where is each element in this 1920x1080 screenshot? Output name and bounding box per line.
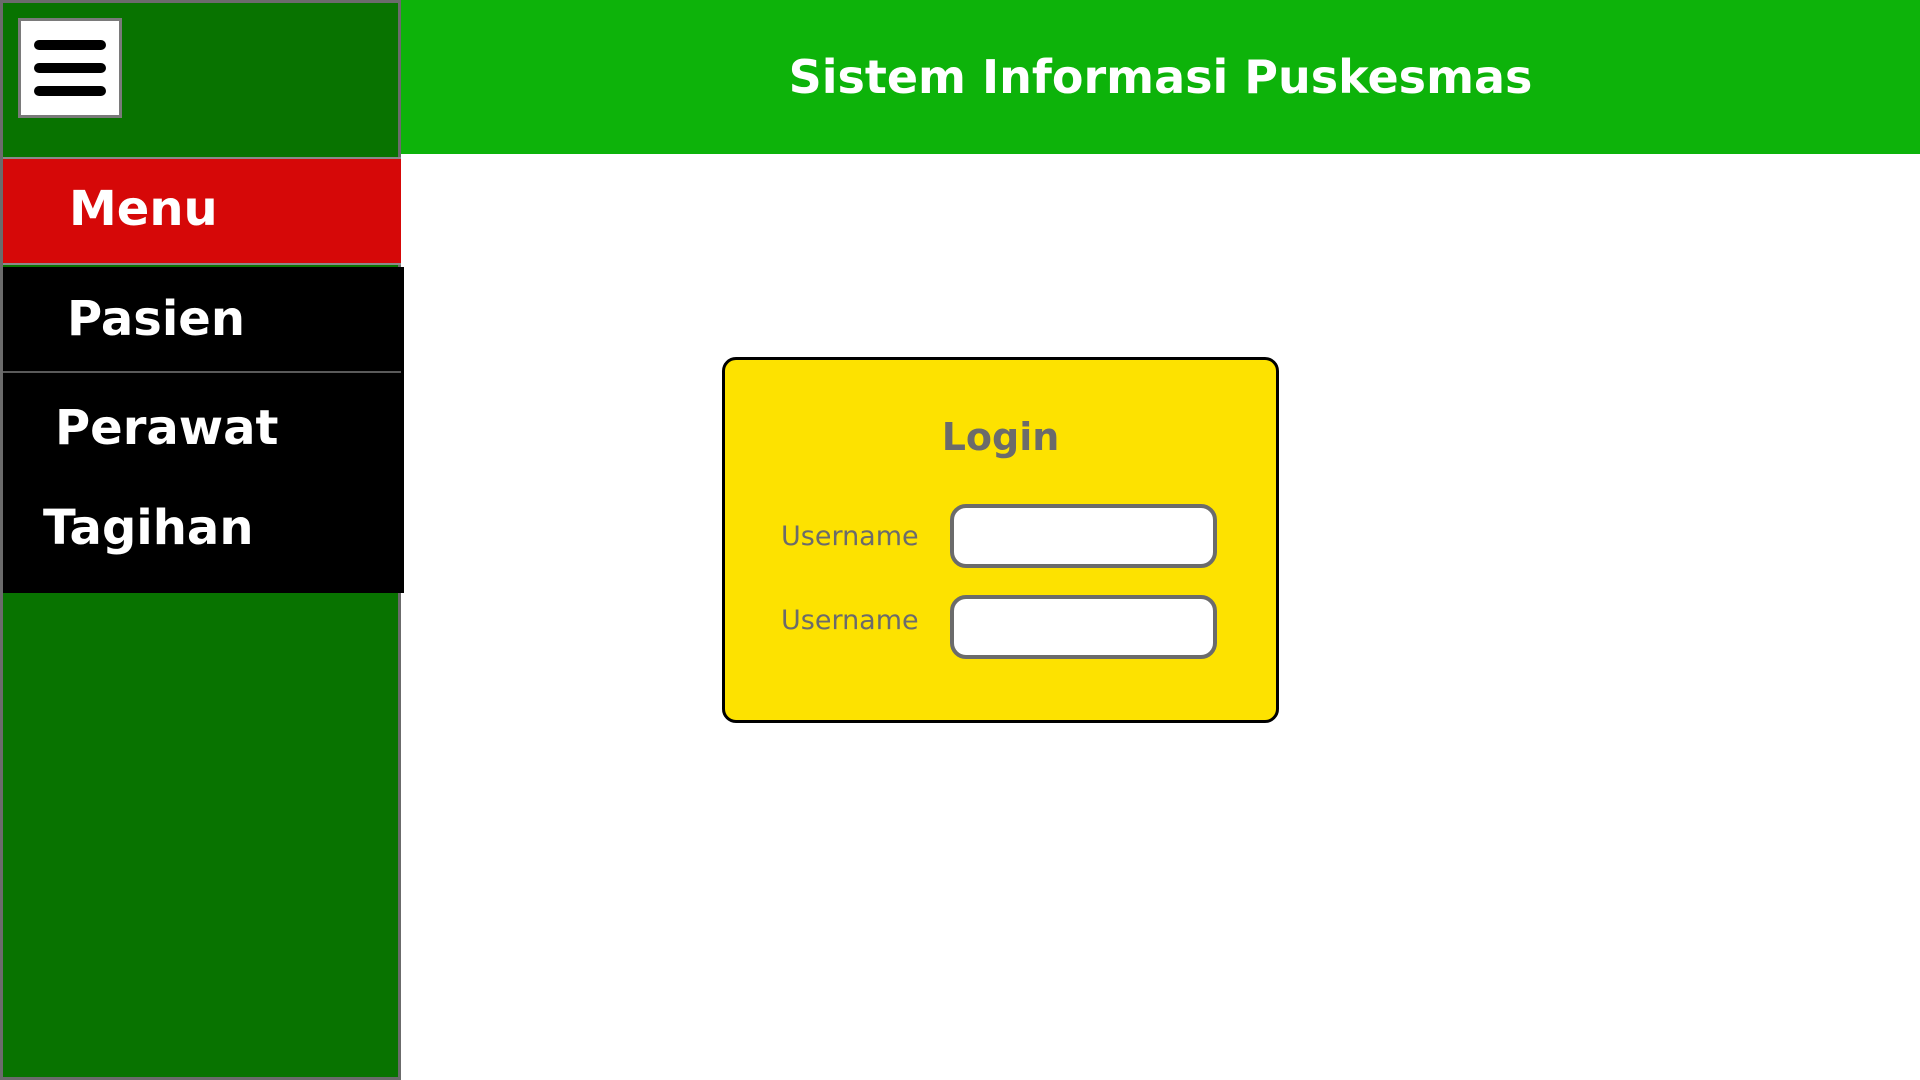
menu-header: Menu xyxy=(3,157,401,265)
page-title: Sistem Informasi Puskesmas xyxy=(788,50,1533,104)
hamburger-icon xyxy=(34,40,106,96)
sidebar-item-pasien[interactable]: Pasien xyxy=(3,267,401,373)
sidebar-item-perawat[interactable]: Perawat xyxy=(3,393,278,463)
second-username-input[interactable] xyxy=(950,595,1217,659)
login-form: Login Username Username xyxy=(722,357,1279,723)
top-header: Sistem Informasi Puskesmas xyxy=(401,0,1920,154)
sidebar-nav: Pasien Perawat Tagihan xyxy=(3,267,404,593)
sidebar-item-tagihan[interactable]: Tagihan xyxy=(3,493,254,563)
hamburger-menu-button[interactable] xyxy=(18,18,122,118)
username-input[interactable] xyxy=(950,504,1217,568)
second-username-label: Username xyxy=(781,605,919,636)
app-window: Menu Pasien Perawat Tagihan Sistem Infor… xyxy=(0,0,1920,1080)
login-title: Login xyxy=(941,415,1060,459)
sidebar: Menu Pasien Perawat Tagihan xyxy=(0,0,404,1080)
username-label: Username xyxy=(781,521,919,552)
